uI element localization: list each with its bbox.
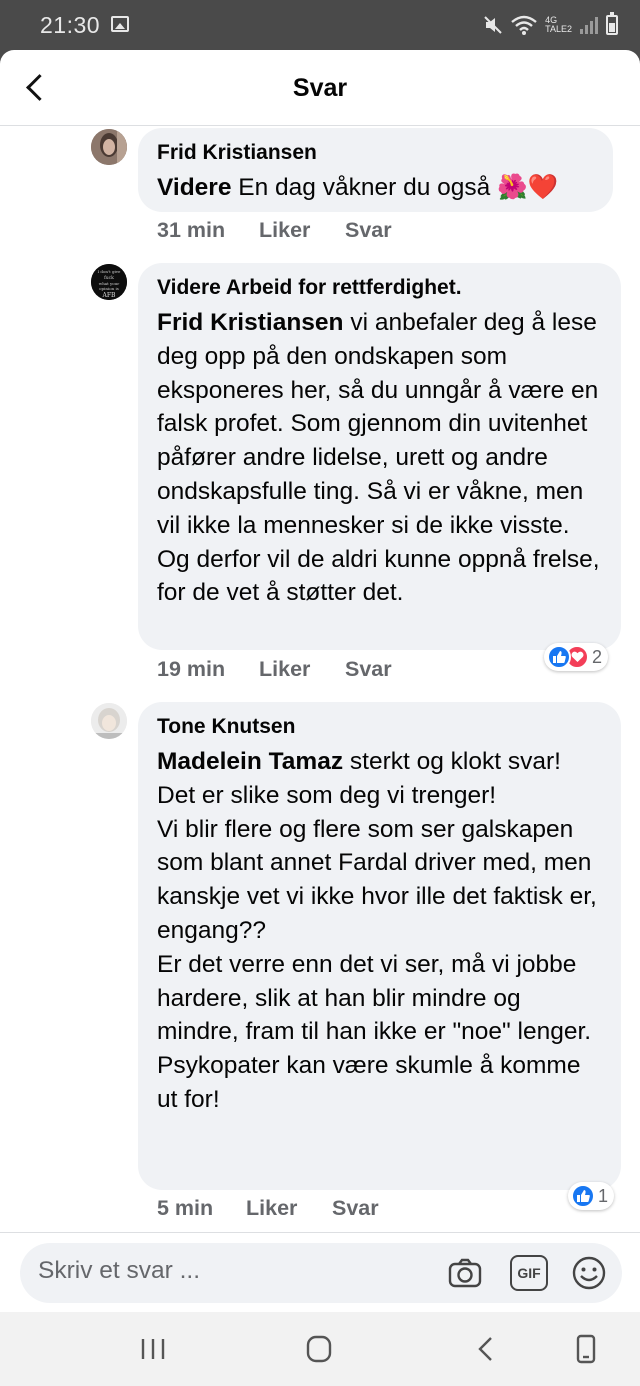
like-button[interactable]: Liker xyxy=(246,1196,332,1221)
avatar[interactable] xyxy=(91,129,127,165)
emoji-icon[interactable] xyxy=(571,1255,607,1291)
like-button[interactable]: Liker xyxy=(259,657,345,682)
status-time: 21:30 xyxy=(40,12,101,38)
reaction-count: 2 xyxy=(592,646,603,667)
comment-bubble: Tone Knutsen Madelein Tamaz sterkt og kl… xyxy=(138,702,621,1190)
comment-bubble: Frid Kristiansen Videre En dag våkner du… xyxy=(138,128,613,212)
avatar-photo xyxy=(91,129,127,165)
mention-link[interactable]: Madelein Tamaz xyxy=(157,748,343,775)
mention-link[interactable]: Videre xyxy=(157,174,231,201)
comment-time: 5 min xyxy=(157,1196,214,1220)
avatar[interactable] xyxy=(91,703,127,739)
status-icons: 4G TALE2 xyxy=(483,12,618,38)
svg-text:opinion is: opinion is xyxy=(99,286,119,291)
mute-icon xyxy=(484,16,502,34)
like-reaction-icon xyxy=(547,645,571,669)
recent-apps-icon[interactable] xyxy=(133,1332,173,1366)
gif-icon[interactable]: GIF xyxy=(510,1255,548,1291)
like-button[interactable]: Liker xyxy=(259,218,345,243)
battery-icon xyxy=(606,12,618,35)
comment-body: sterkt og klokt svar! Det er slike som d… xyxy=(157,748,597,1113)
reply-input[interactable] xyxy=(38,1257,418,1285)
reaction-summary[interactable]: 2 xyxy=(544,643,609,671)
signal-icon xyxy=(580,16,598,34)
comment-text: Madelein Tamaz sterkt og klokt svar! Det… xyxy=(157,745,603,1117)
page-title: Svar xyxy=(292,74,348,102)
gif-label: GIF xyxy=(517,1265,541,1281)
home-icon[interactable] xyxy=(299,1332,339,1366)
reply-composer: GIF xyxy=(0,1232,640,1312)
wifi-icon xyxy=(511,15,537,35)
accessibility-icon[interactable] xyxy=(566,1332,606,1366)
reply-input-container[interactable]: GIF xyxy=(20,1243,622,1303)
like-reaction-icon xyxy=(571,1184,595,1208)
avatar[interactable]: I don't give fuck what your opinion is A… xyxy=(91,264,127,300)
comment-body: En dag våkner du også 🌺❤️ xyxy=(231,174,559,201)
system-navbar xyxy=(0,1312,640,1386)
status-bar: 21:30 4G TALE2 xyxy=(0,0,640,50)
header: Svar xyxy=(0,50,640,126)
avatar-photo: I don't give fuck what your opinion is A… xyxy=(91,264,127,300)
comment-time: 31 min xyxy=(157,218,226,242)
reply-button[interactable]: Svar xyxy=(345,657,392,682)
comment-author[interactable]: Frid Kristiansen xyxy=(157,140,595,166)
comment-body: vi anbefaler deg å lese deg opp på den o… xyxy=(157,309,600,607)
comment-bubble: Videre Arbeid for rettferdighet. Frid Kr… xyxy=(138,263,621,650)
comment-author[interactable]: Videre Arbeid for rettferdighet. xyxy=(157,275,603,301)
comment-time: 19 min xyxy=(157,657,226,681)
comment-author[interactable]: Tone Knutsen xyxy=(157,714,603,740)
reply-button[interactable]: Svar xyxy=(345,218,392,243)
mention-link[interactable]: Frid Kristiansen xyxy=(157,309,344,336)
back-icon[interactable] xyxy=(466,1332,506,1366)
network-sub-label: TALE2 xyxy=(545,24,572,34)
gallery-icon xyxy=(111,16,129,32)
svg-text:AFB: AFB xyxy=(102,292,116,299)
comment-actions: 19 min Liker Svar xyxy=(157,657,392,682)
reaction-summary[interactable]: 1 xyxy=(568,1182,615,1210)
replies-sheet: Svar Frid Kristiansen Videre En dag våkn… xyxy=(0,50,640,1312)
reaction-count: 1 xyxy=(598,1185,609,1206)
camera-icon[interactable] xyxy=(447,1255,483,1291)
comment-actions: 5 min Liker Svar xyxy=(157,1196,379,1221)
comment-text: Frid Kristiansen vi anbefaler deg å lese… xyxy=(157,306,603,610)
svg-text:I don't give: I don't give xyxy=(98,269,121,274)
reply-button[interactable]: Svar xyxy=(332,1196,379,1221)
comment-actions: 31 min Liker Svar xyxy=(157,218,392,243)
comment-text: Videre En dag våkner du også 🌺❤️ xyxy=(157,171,595,205)
network-type: 4G TALE2 xyxy=(545,16,572,34)
avatar-photo xyxy=(91,703,127,739)
